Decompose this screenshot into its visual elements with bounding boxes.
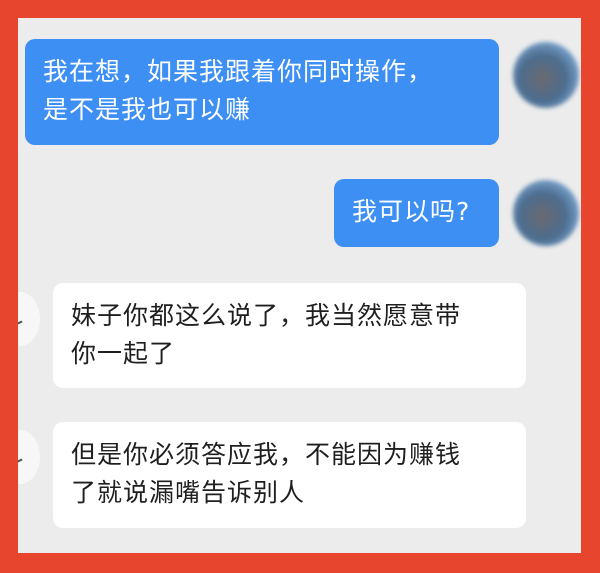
message-text-line: 我在想，如果我跟着你同时操作， xyxy=(43,57,434,86)
message-text-line: 是不是我也可以赚 xyxy=(43,95,252,124)
incoming-message-bubble[interactable]: 但是你必须答应我，不能因为赚钱 了就说漏嘴告诉别人 xyxy=(53,422,526,528)
contact-avatar-mark xyxy=(18,300,23,328)
user-avatar[interactable] xyxy=(513,180,579,246)
contact-avatar-mark xyxy=(18,438,23,466)
contact-avatar[interactable] xyxy=(18,430,40,484)
outgoing-message-bubble[interactable]: 我在想，如果我跟着你同时操作， 是不是我也可以赚 xyxy=(25,39,499,145)
message-text-line: 了就说漏嘴告诉别人 xyxy=(71,478,306,507)
message-text-line: 但是你必须答应我，不能因为赚钱 xyxy=(71,440,462,469)
incoming-message-bubble[interactable]: 妹子你都这么说了，我当然愿意带 你一起了 xyxy=(53,283,526,388)
user-avatar[interactable] xyxy=(513,42,579,108)
message-text: 我可以吗? xyxy=(352,197,471,226)
contact-avatar[interactable] xyxy=(18,292,40,346)
message-text-line: 你一起了 xyxy=(71,339,176,368)
outgoing-message-bubble[interactable]: 我可以吗? xyxy=(334,179,499,247)
message-text-line: 妹子你都这么说了，我当然愿意带 xyxy=(71,301,462,330)
chat-screenshot-frame: 我在想，如果我跟着你同时操作， 是不是我也可以赚 我可以吗? 妹子你都这么说了，… xyxy=(18,18,581,553)
